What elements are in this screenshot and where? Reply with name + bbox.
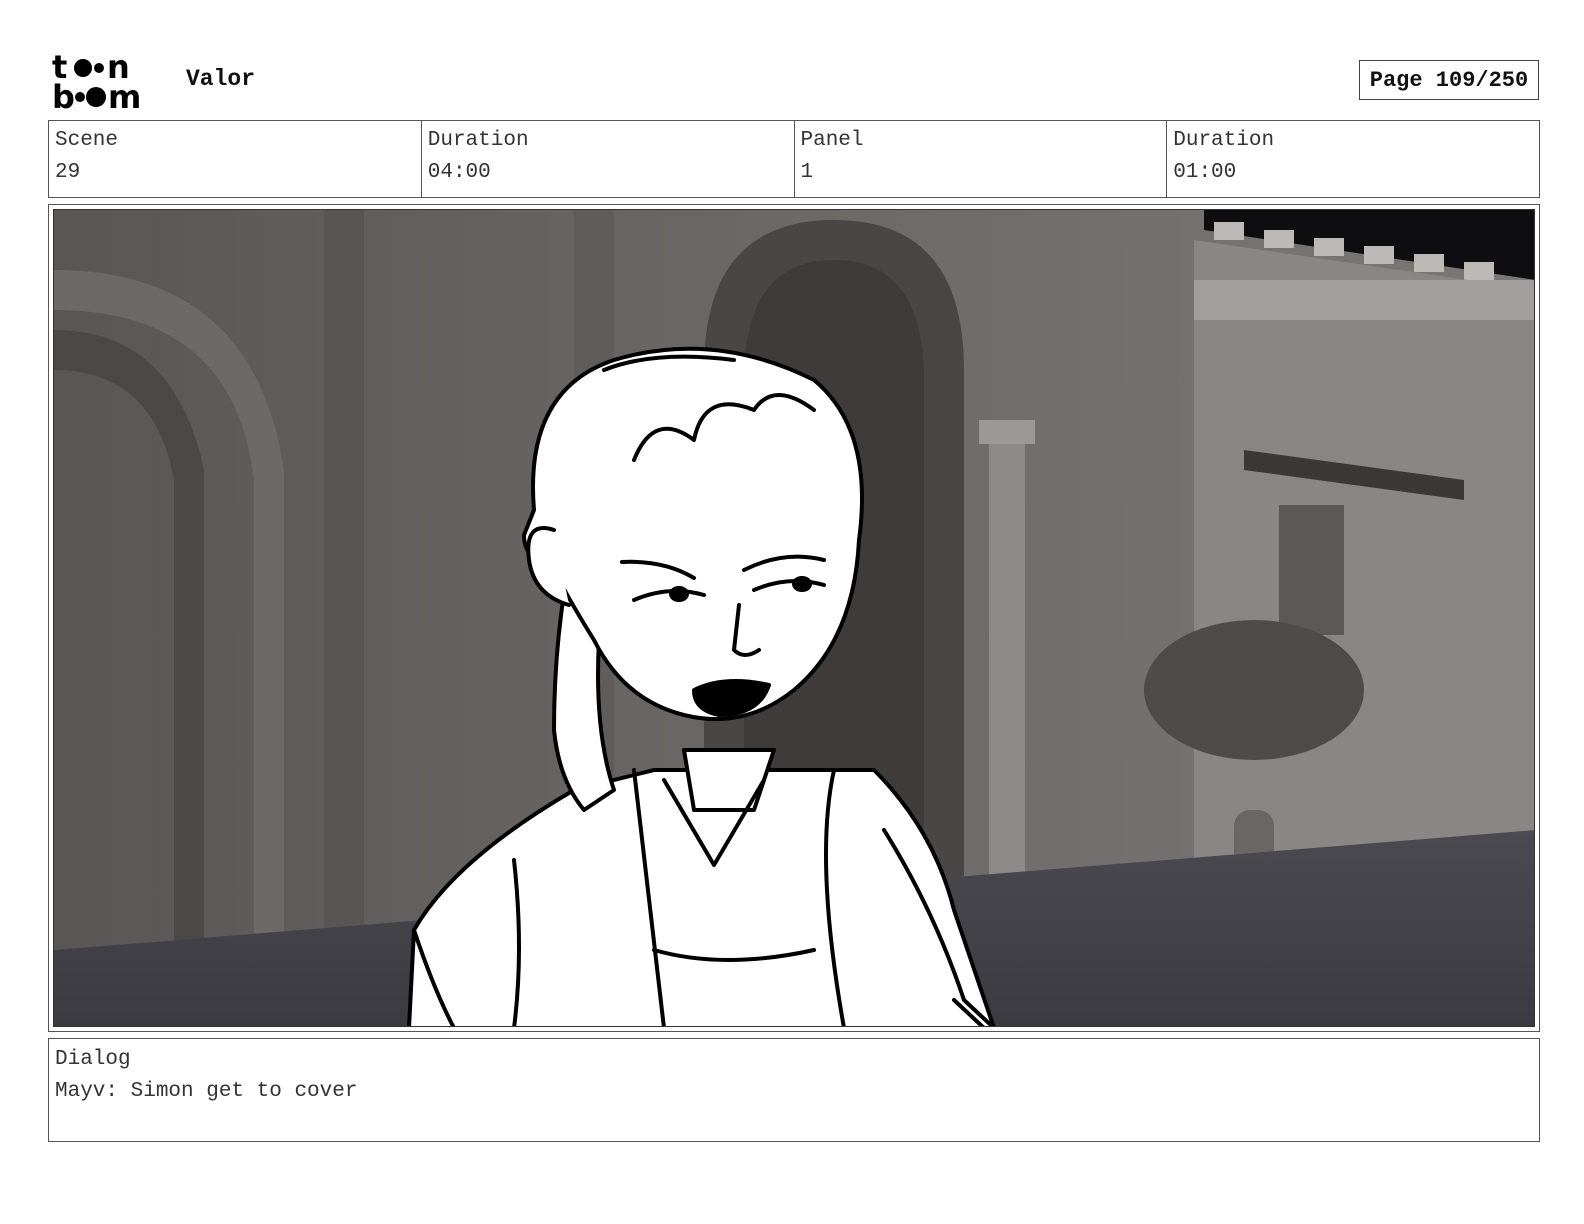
scene-info-table: Scene 29 Duration 04:00 Panel 1 Duration… [48, 120, 1540, 198]
dialog-text: Mayv: Simon get to cover [55, 1080, 358, 1103]
svg-text:m: m [108, 78, 141, 112]
toonboom-logo: t n b m [52, 48, 164, 116]
dialog-box: Dialog Mayv: Simon get to cover [48, 1038, 1540, 1142]
panel-duration-value: 01:00 [1173, 161, 1237, 184]
scene-duration-cell: Duration 04:00 [422, 121, 795, 197]
scene-label: Scene [55, 129, 119, 152]
project-title: Valor [186, 66, 256, 92]
panel-value: 1 [800, 161, 814, 184]
scene-duration-label: Duration [427, 129, 529, 152]
svg-text:b: b [52, 78, 75, 112]
scene-value: 29 [55, 161, 81, 184]
panel-label: Panel [800, 129, 864, 152]
scene-duration-value: 04:00 [427, 161, 491, 184]
panel-duration-cell: Duration 01:00 [1167, 121, 1539, 197]
dialog-label: Dialog [55, 1048, 131, 1071]
page-number: Page 109/250 [1359, 60, 1539, 100]
storyboard-panel-image [53, 209, 1535, 1027]
storyboard-drawing [54, 210, 1534, 1026]
storyboard-panel-frame [48, 204, 1540, 1032]
scene-cell: Scene 29 [49, 121, 422, 197]
panel-duration-label: Duration [1173, 129, 1275, 152]
panel-cell: Panel 1 [795, 121, 1168, 197]
